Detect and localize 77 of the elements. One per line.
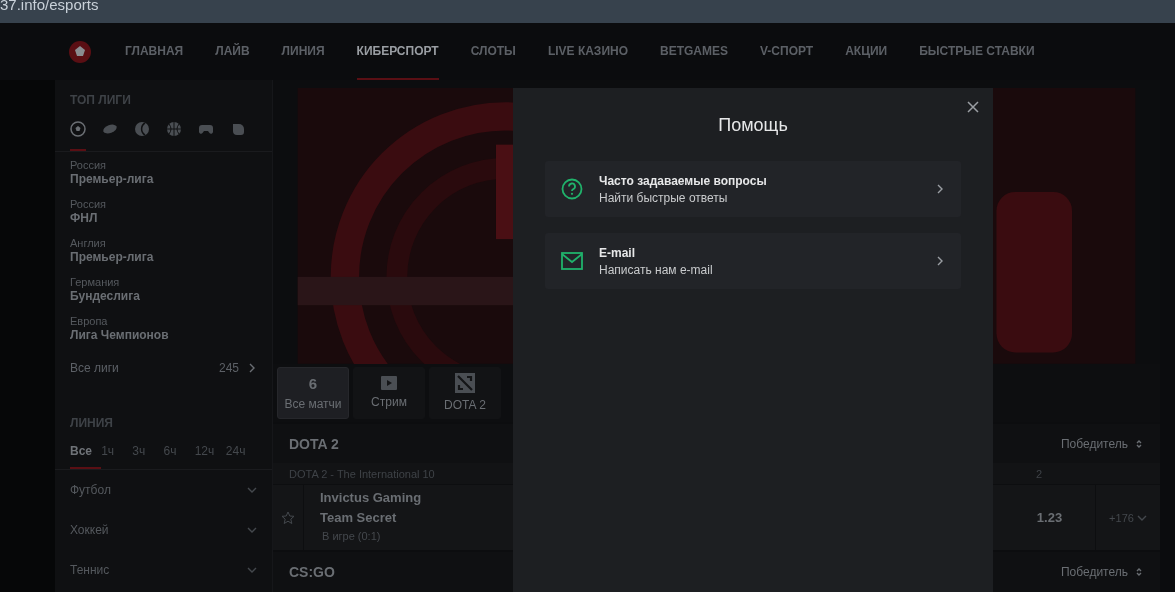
- chevron-right-icon: [247, 363, 257, 373]
- address-bar[interactable]: 37.info/esports: [0, 0, 1175, 23]
- sport-row[interactable]: Футбол: [55, 470, 272, 510]
- sort-icon: [1134, 438, 1144, 449]
- league-item[interactable]: Германия Бундеслига: [55, 269, 272, 308]
- time-filter-tab[interactable]: Все: [70, 444, 102, 469]
- time-filter-tab[interactable]: 6ч: [163, 444, 195, 469]
- chevron-down-icon: [247, 485, 257, 495]
- tab-label: Все матчи: [284, 396, 342, 411]
- filter-tab[interactable]: Стрим: [353, 366, 425, 419]
- nav-link[interactable]: BETGAMES: [660, 23, 729, 80]
- section-title: CS:GO: [289, 564, 335, 581]
- league-country: Европа: [70, 315, 109, 327]
- option-title: Часто задаваемые вопросы: [599, 173, 768, 188]
- option-subtitle: Найти быстрые ответы: [599, 190, 729, 205]
- option-subtitle: Написать нам e-mail: [599, 262, 714, 277]
- chevron-down-icon: [247, 525, 257, 535]
- star-icon[interactable]: [281, 510, 295, 525]
- league-country: Германия: [70, 276, 121, 288]
- nav-link[interactable]: V-СПОРТ: [760, 23, 814, 80]
- nav-link[interactable]: БЫСТРЫЕ СТАВКИ: [919, 23, 1035, 80]
- league-country: Англия: [70, 237, 107, 249]
- league-item[interactable]: Европа Лига Чемпионов: [55, 308, 272, 347]
- team-name: Team Secret: [320, 510, 398, 526]
- chevron-down-icon: [247, 565, 257, 575]
- league-name: ФНЛ: [70, 211, 99, 225]
- nav-link[interactable]: LIVE КАЗИНО: [547, 23, 628, 80]
- close-button[interactable]: [965, 99, 981, 115]
- tennis-ball-icon: [134, 121, 150, 137]
- match-count: 6: [308, 374, 318, 392]
- sort-icon: [1134, 567, 1144, 578]
- market-selector[interactable]: Победитель: [1060, 436, 1144, 451]
- game-logo-icon: [455, 373, 475, 394]
- nav-link[interactable]: ЛИНИЯ: [281, 23, 325, 80]
- league-name: Премьер-лига: [70, 250, 155, 264]
- tab-label: DOTA 2: [444, 398, 486, 413]
- league-item[interactable]: Россия ФНЛ: [55, 191, 272, 230]
- logo-icon[interactable]: [68, 39, 92, 64]
- help-circle-icon: [561, 178, 583, 200]
- help-option[interactable]: Часто задаваемые вопросы Найти быстрые ответы: [545, 161, 961, 217]
- odds-button[interactable]: 1.23: [1004, 485, 1096, 551]
- section-title: DOTA 2: [289, 435, 339, 452]
- nav-link[interactable]: СЛОТЫ: [470, 23, 516, 80]
- dialog-title: Помощь: [717, 115, 789, 136]
- sport-tab[interactable]: [70, 121, 86, 151]
- league-name: Бундеслига: [70, 289, 141, 303]
- league-item[interactable]: Англия Премьер-лига: [55, 230, 272, 269]
- envelope-icon: [561, 252, 583, 270]
- team-name: Invictus Gaming: [320, 490, 422, 506]
- basketball-icon: [166, 121, 182, 137]
- option-title: E-mail: [599, 245, 636, 260]
- time-filter-tab[interactable]: 3ч: [132, 444, 164, 469]
- nav-link[interactable]: ЛАЙВ: [215, 23, 250, 80]
- chevron-right-icon: [935, 184, 945, 194]
- time-filter-tab[interactable]: 24ч: [225, 444, 258, 469]
- sport-row[interactable]: Теннис: [55, 550, 272, 590]
- league-count: 245: [218, 361, 239, 375]
- tab-label: Стрим: [371, 395, 407, 410]
- sport-row[interactable]: Хоккей: [55, 510, 272, 550]
- league-name: Лига Чемпионов: [70, 328, 170, 342]
- close-icon: [967, 101, 979, 113]
- filter-tab[interactable]: 6 Все матчи: [277, 366, 349, 419]
- league-country: Россия: [70, 159, 108, 171]
- all-leagues-link[interactable]: Все лиги 245: [55, 347, 272, 403]
- filter-tab[interactable]: DOTA 2: [429, 366, 501, 419]
- nav-link[interactable]: ГЛАВНАЯ: [125, 23, 184, 80]
- league-item[interactable]: Россия Премьер-лига: [55, 152, 272, 191]
- time-filter-tab[interactable]: 1ч: [101, 444, 133, 469]
- nav-link[interactable]: АКЦИИ: [845, 23, 888, 80]
- play-icon: [381, 376, 397, 391]
- soccer-ball-icon: [70, 121, 86, 137]
- chevron-right-icon: [935, 256, 945, 266]
- market-selector[interactable]: Победитель: [1060, 565, 1144, 580]
- league-country: Россия: [70, 198, 108, 210]
- help-option[interactable]: E-mail Написать нам e-mail: [545, 233, 961, 289]
- league-name: Премьер-лига: [70, 172, 155, 186]
- time-filter-tab[interactable]: 12ч: [194, 444, 226, 469]
